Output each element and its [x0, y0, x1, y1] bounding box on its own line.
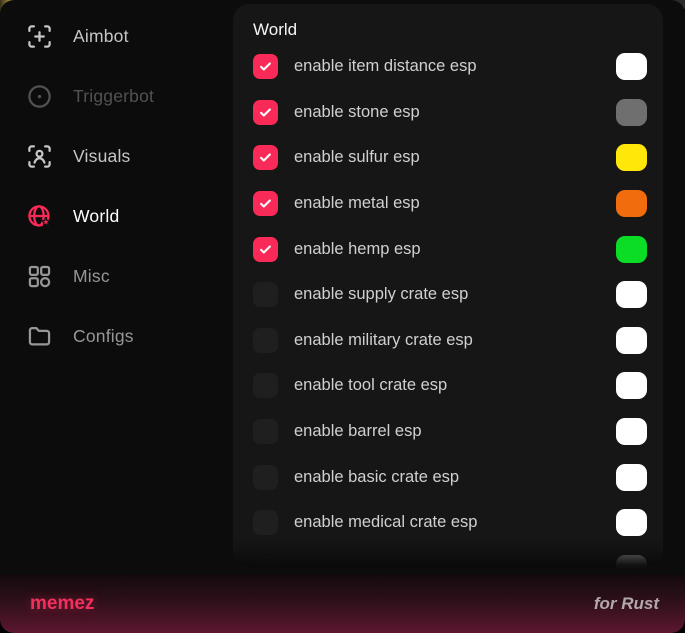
setting-label: enable item distance esp: [294, 57, 477, 76]
color-swatch[interactable]: [616, 144, 647, 171]
setting-row: enable military crate esp: [253, 318, 647, 364]
checkbox[interactable]: [253, 328, 278, 353]
footer-bar: memez for Rust: [0, 575, 685, 633]
configs-folder-icon: [26, 323, 53, 350]
setting-label: enable basic crate esp: [294, 468, 459, 487]
color-swatch[interactable]: [616, 555, 647, 568]
sidebar-item-aimbot[interactable]: Aimbot: [0, 6, 233, 66]
color-swatch[interactable]: [616, 236, 647, 263]
color-swatch[interactable]: [616, 509, 647, 536]
aimbot-crosshair-icon: [26, 23, 53, 50]
setting-label: enable hemp esp: [294, 240, 421, 259]
color-swatch[interactable]: [616, 327, 647, 354]
checkbox[interactable]: [253, 419, 278, 444]
setting-row: enable tool crate esp: [253, 363, 647, 409]
setting-row: enable item distance esp: [253, 44, 647, 90]
checkbox[interactable]: [253, 465, 278, 490]
color-swatch[interactable]: [616, 372, 647, 399]
settings-rows: enable item distance esp enable stone es…: [253, 44, 647, 568]
sidebar-item-label: Misc: [73, 266, 110, 287]
checkbox[interactable]: [253, 237, 278, 262]
setting-label: enable medical crate esp: [294, 513, 477, 532]
setting-row: enable medical crate esp: [253, 500, 647, 546]
sidebar-item-world[interactable]: World: [0, 186, 233, 246]
checkbox[interactable]: [253, 556, 278, 568]
setting-row: [253, 546, 647, 568]
sidebar-item-label: Visuals: [73, 146, 131, 167]
color-swatch[interactable]: [616, 190, 647, 217]
checkbox[interactable]: [253, 100, 278, 125]
world-settings-panel: World enable item distance esp enable st…: [233, 4, 663, 568]
sidebar: Aimbot Triggerbot Visuals World Misc Con…: [0, 6, 233, 366]
setting-label: enable military crate esp: [294, 331, 473, 350]
checkbox[interactable]: [253, 145, 278, 170]
visuals-scan-person-icon: [26, 143, 53, 170]
brand-tagline: for Rust: [594, 594, 659, 614]
triggerbot-circle-dot-icon: [26, 83, 53, 110]
setting-label: enable tool crate esp: [294, 376, 447, 395]
sidebar-item-visuals[interactable]: Visuals: [0, 126, 233, 186]
brand-name: memez: [30, 593, 94, 615]
color-swatch[interactable]: [616, 464, 647, 491]
setting-label: enable metal esp: [294, 194, 420, 213]
color-swatch[interactable]: [616, 99, 647, 126]
sidebar-item-label: World: [73, 206, 119, 227]
setting-row: enable basic crate esp: [253, 454, 647, 500]
setting-row: enable sulfur esp: [253, 135, 647, 181]
setting-row: enable hemp esp: [253, 226, 647, 272]
checkbox[interactable]: [253, 54, 278, 79]
sidebar-item-misc[interactable]: Misc: [0, 246, 233, 306]
sidebar-item-configs[interactable]: Configs: [0, 306, 233, 366]
setting-label: enable sulfur esp: [294, 148, 420, 167]
checkbox[interactable]: [253, 510, 278, 535]
setting-label: enable barrel esp: [294, 422, 422, 441]
setting-row: enable metal esp: [253, 181, 647, 227]
misc-grid-icon: [26, 263, 53, 290]
checkbox[interactable]: [253, 191, 278, 216]
sidebar-item-triggerbot[interactable]: Triggerbot: [0, 66, 233, 126]
panel-title: World: [253, 20, 647, 42]
setting-row: enable barrel esp: [253, 409, 647, 455]
cheat-menu-window: Aimbot Triggerbot Visuals World Misc Con…: [0, 0, 685, 633]
color-swatch[interactable]: [616, 418, 647, 445]
color-swatch[interactable]: [616, 53, 647, 80]
world-globe-icon: [26, 203, 53, 230]
setting-label: enable stone esp: [294, 103, 420, 122]
sidebar-item-label: Configs: [73, 326, 134, 347]
checkbox[interactable]: [253, 373, 278, 398]
setting-label: enable supply crate esp: [294, 285, 468, 304]
setting-row: enable supply crate esp: [253, 272, 647, 318]
sidebar-item-label: Triggerbot: [73, 86, 154, 107]
setting-row: enable stone esp: [253, 90, 647, 136]
checkbox[interactable]: [253, 282, 278, 307]
color-swatch[interactable]: [616, 281, 647, 308]
sidebar-item-label: Aimbot: [73, 26, 129, 47]
